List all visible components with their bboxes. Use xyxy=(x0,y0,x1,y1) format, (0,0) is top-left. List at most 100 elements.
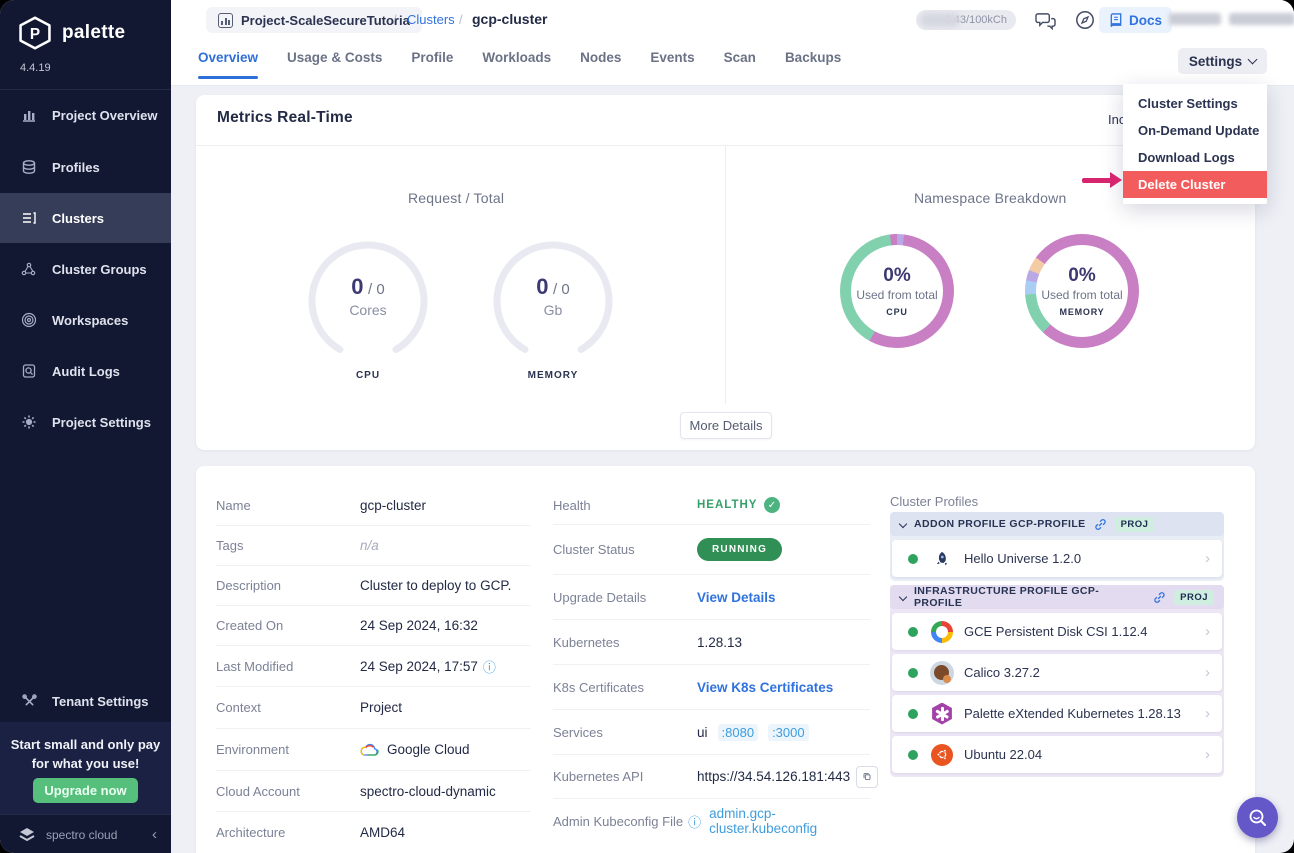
tab-profile[interactable]: Profile xyxy=(411,50,453,79)
sidebar-item-project-overview[interactable]: Project Overview xyxy=(0,90,171,140)
sidebar-item-audit-logs[interactable]: Audit Logs xyxy=(0,346,171,396)
breadcrumb-clusters-link[interactable]: Clusters xyxy=(407,12,455,27)
tab-backups[interactable]: Backups xyxy=(785,50,841,79)
view-certificates-link[interactable]: View K8s Certificates xyxy=(697,680,833,695)
pack-row-gce-disk-csi[interactable]: GCE Persistent Disk CSI 1.12.4 › xyxy=(892,613,1222,650)
tools-icon xyxy=(20,692,38,710)
info-icon[interactable]: ⓘ xyxy=(483,657,496,676)
collapse-sidebar-icon[interactable]: ‹ xyxy=(152,826,157,843)
pack-row-palette-extended-kubernetes[interactable]: Palette eXtended Kubernetes 1.28.13 › xyxy=(892,695,1222,732)
tab-workloads[interactable]: Workloads xyxy=(482,50,551,79)
blurred-region xyxy=(920,13,960,27)
cluster-list-icon xyxy=(20,209,38,227)
cpu-donut-label: CPU xyxy=(886,307,907,317)
sidebar-item-profiles[interactable]: Profiles xyxy=(0,142,171,192)
link-icon[interactable] xyxy=(1094,518,1107,531)
addon-profile-header[interactable]: ADDON PROFILE GCP-PROFILE PROJ xyxy=(890,512,1224,536)
memory-namespace-donut: 0% Used from total MEMORY xyxy=(1025,234,1139,348)
menu-item-download-logs[interactable]: Download Logs xyxy=(1123,144,1267,171)
scope-badge: PROJ xyxy=(1174,590,1214,605)
tab-nodes[interactable]: Nodes xyxy=(580,50,621,79)
sidebar-item-label: Clusters xyxy=(52,211,104,226)
kubeconfig-download-link[interactable]: admin.gcp-cluster.kubeconfig xyxy=(709,806,870,836)
magnifier-smile-icon xyxy=(1247,807,1269,829)
compass-help-icon[interactable] xyxy=(1073,8,1097,32)
running-status-badge: RUNNING xyxy=(697,538,782,561)
book-icon xyxy=(1109,13,1123,28)
bullseye-icon xyxy=(20,311,38,329)
project-selector[interactable]: Project-ScaleSecureTutoria xyxy=(206,7,422,33)
tab-usage-costs[interactable]: Usage & Costs xyxy=(287,50,382,79)
redacted-username xyxy=(1229,13,1294,25)
hello-universe-icon xyxy=(930,547,954,571)
view-details-link[interactable]: View Details xyxy=(697,590,776,605)
google-cloud-icon xyxy=(360,742,380,758)
field-context: ContextProject xyxy=(216,687,531,729)
sidebar-item-tenant-settings[interactable]: Tenant Settings xyxy=(0,676,171,726)
upgrade-now-button[interactable]: Upgrade now xyxy=(33,778,138,803)
redacted-username xyxy=(1169,13,1221,25)
sidebar-item-cluster-groups[interactable]: Cluster Groups xyxy=(0,244,171,294)
project-name: Project-ScaleSecureTutoria xyxy=(241,13,410,28)
tab-scan[interactable]: Scan xyxy=(724,50,756,79)
tab-overview[interactable]: Overview xyxy=(198,50,258,79)
docs-button[interactable]: Docs xyxy=(1099,7,1172,33)
memory-unit: Gb xyxy=(488,302,618,318)
cluster-tabs: Overview Usage & Costs Profile Workloads… xyxy=(198,50,841,79)
pack-row-hello-universe[interactable]: Hello Universe 1.2.0 › xyxy=(892,540,1222,577)
field-health: Health HEALTHY ✓ xyxy=(553,486,870,525)
service-port-link[interactable]: :8080 xyxy=(718,724,759,741)
menu-item-cluster-settings[interactable]: Cluster Settings xyxy=(1123,90,1267,117)
menu-item-on-demand-update[interactable]: On-Demand Update xyxy=(1123,117,1267,144)
sidebar-item-clusters[interactable]: Clusters xyxy=(0,193,171,243)
request-total-title: Request / Total xyxy=(408,190,504,206)
chevron-right-icon: › xyxy=(1205,746,1210,763)
chat-bubbles-icon[interactable] xyxy=(1033,8,1057,32)
sidebar-footer: spectro cloud ‹ xyxy=(0,814,171,853)
cluster-profiles-title: Cluster Profiles xyxy=(890,494,978,509)
field-kubernetes-version: Kubernetes 1.28.13 xyxy=(553,620,870,665)
sidebar-item-project-settings[interactable]: Project Settings xyxy=(0,397,171,447)
brand-logo: P palette xyxy=(18,16,125,50)
chevron-right-icon: › xyxy=(1205,664,1210,681)
memory-total-value: / 0 xyxy=(553,281,570,298)
top-header: Project-ScaleSecureTutoria / Clusters / … xyxy=(171,0,1294,86)
cpu-used-percent: 0% xyxy=(883,265,910,287)
field-upgrade-details: Upgrade Details View Details xyxy=(553,575,870,620)
ubuntu-icon xyxy=(930,743,954,767)
sidebar: P palette 4.4.19 Project Overview Profil… xyxy=(0,0,171,853)
field-kubernetes-api: Kubernetes API https://34.54.126.181:443 xyxy=(553,755,870,799)
copy-icon[interactable] xyxy=(856,766,878,788)
usage-quota-badge: 1.43/100kCh xyxy=(916,10,1016,30)
cpu-gauge: 0 / 0 Cores CPU xyxy=(303,236,433,366)
pack-status-dot xyxy=(908,750,918,760)
field-architecture: ArchitectureAMD64 xyxy=(216,812,531,853)
breadcrumb-current: gcp-cluster xyxy=(472,11,547,27)
pack-row-calico[interactable]: Calico 3.27.2 › xyxy=(892,654,1222,691)
link-icon[interactable] xyxy=(1153,591,1166,604)
breadcrumb-separator: / xyxy=(393,12,397,27)
field-cluster-status: Cluster Status RUNNING xyxy=(553,525,870,575)
pack-status-dot xyxy=(908,627,918,637)
pack-status-dot xyxy=(908,709,918,719)
field-admin-kubeconfig: Admin Kubeconfig File ⓘ admin.gcp-cluste… xyxy=(553,799,870,843)
memory-gauge-label: MEMORY xyxy=(488,370,618,381)
sidebar-item-workspaces[interactable]: Workspaces xyxy=(0,295,171,345)
pack-row-ubuntu[interactable]: Ubuntu 22.04 › xyxy=(892,736,1222,773)
sidebar-item-label: Audit Logs xyxy=(52,364,120,379)
field-name: Namegcp-cluster xyxy=(216,486,531,526)
support-widget-button[interactable] xyxy=(1237,797,1278,838)
more-details-button[interactable]: More Details xyxy=(680,412,772,439)
settings-button[interactable]: Settings xyxy=(1178,48,1267,74)
service-port-link[interactable]: :3000 xyxy=(768,724,809,741)
field-created-on: Created On24 Sep 2024, 16:32 xyxy=(216,606,531,646)
info-icon[interactable]: ⓘ xyxy=(688,812,701,831)
promo-text: Start small and only payfor what you use… xyxy=(10,736,161,774)
calico-icon xyxy=(930,661,954,685)
field-environment: Environment Google Cloud xyxy=(216,729,531,771)
tab-events[interactable]: Events xyxy=(650,50,694,79)
menu-item-delete-cluster[interactable]: Delete Cluster xyxy=(1123,171,1267,198)
sidebar-item-label: Project Overview xyxy=(52,108,158,123)
infrastructure-profile-header[interactable]: INFRASTRUCTURE PROFILE GCP-PROFILE PROJ xyxy=(890,585,1224,609)
audit-search-doc-icon xyxy=(20,362,38,380)
